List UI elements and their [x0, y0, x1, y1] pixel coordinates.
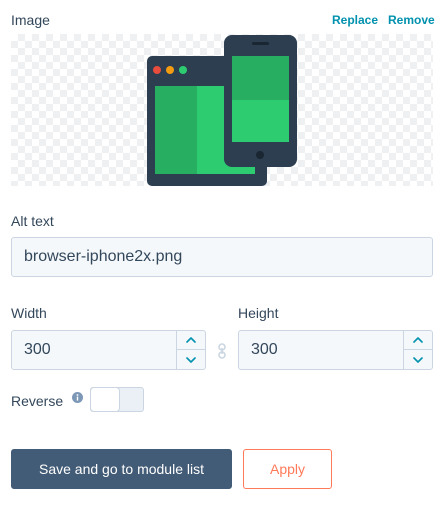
width-increment-button[interactable]: [177, 331, 205, 350]
alt-text-label: Alt text: [11, 213, 54, 229]
link-lock-icon[interactable]: [216, 343, 228, 359]
image-preview: [11, 34, 433, 186]
browser-iphone-illustration: [147, 35, 297, 186]
chevron-up-icon: [413, 337, 423, 343]
chevron-down-icon: [186, 356, 196, 363]
chevron-down-icon: [413, 356, 423, 363]
width-stepper: [176, 330, 206, 370]
height-decrement-button[interactable]: [404, 350, 432, 369]
apply-button[interactable]: Apply: [243, 449, 332, 489]
width-decrement-button[interactable]: [177, 350, 205, 369]
height-increment-button[interactable]: [404, 331, 432, 350]
alt-text-input[interactable]: [11, 237, 433, 277]
toggle-knob: [91, 388, 119, 411]
height-stepper: [403, 330, 433, 370]
replace-link[interactable]: Replace: [332, 13, 378, 27]
reverse-label: Reverse: [11, 393, 64, 409]
remove-link[interactable]: Remove: [388, 13, 435, 27]
reverse-toggle[interactable]: [90, 387, 144, 412]
width-label: Width: [11, 305, 47, 321]
height-label: Height: [238, 305, 279, 321]
width-input[interactable]: [11, 330, 177, 370]
image-label: Image: [11, 12, 50, 28]
height-input[interactable]: [238, 330, 404, 370]
save-and-go-to-module-list-button[interactable]: Save and go to module list: [11, 449, 232, 489]
info-icon[interactable]: [72, 392, 83, 403]
chevron-up-icon: [186, 337, 196, 343]
